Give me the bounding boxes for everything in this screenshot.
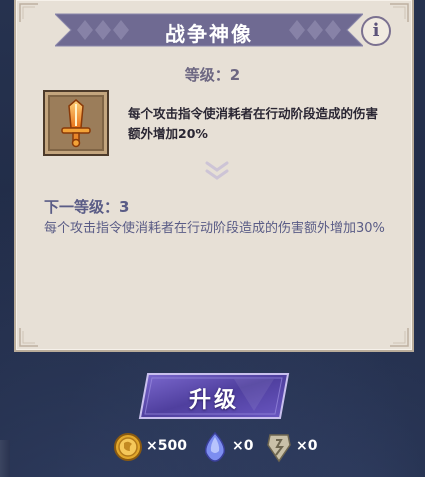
cost-list: ×500 ×0 ×0 (112, 431, 332, 463)
page-title: 战争神像 (165, 22, 253, 46)
sword-icon (61, 99, 91, 148)
gem-amount: ×0 (232, 438, 254, 454)
gold-coin-icon (114, 433, 142, 461)
next-effect-description: 每个攻击指令使消耗者在行动阶段造成的伤害额外增加30% (44, 221, 385, 236)
upgrade-button[interactable]: 升级 (134, 371, 294, 421)
rune-amount: ×0 (296, 438, 318, 454)
title-banner: 战争神像 (55, 12, 363, 48)
chevron-down-icon (203, 160, 231, 182)
edge-decoration (0, 440, 10, 477)
rune-stone-icon (267, 434, 291, 463)
corner-ornament (388, 2, 410, 24)
next-level-label: 下一等级：3 (44, 198, 130, 216)
corner-ornament (388, 326, 410, 348)
gold-amount: ×500 (146, 438, 187, 454)
current-level: 等级：2 (184, 66, 241, 84)
corner-ornament (18, 2, 40, 24)
current-effect-description: 每个攻击指令使消耗者在行动阶段造成的伤害额外增加20% (128, 106, 379, 141)
item-slot (43, 90, 109, 156)
blue-gem-icon (204, 431, 226, 462)
info-icon[interactable]: i (361, 16, 391, 46)
upgrade-button-label: 升级 (188, 388, 239, 413)
corner-ornament (18, 326, 40, 348)
